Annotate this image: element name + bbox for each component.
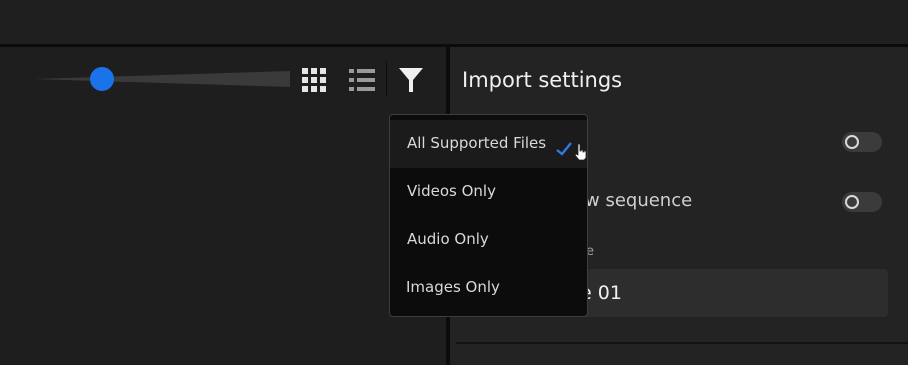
setting-row-1-toggle[interactable]	[842, 132, 882, 152]
top-bar	[0, 0, 908, 44]
toolbar-separator	[386, 62, 387, 96]
checkmark-icon	[556, 142, 572, 156]
toggle-knob	[845, 195, 859, 209]
hand-cursor-icon	[574, 143, 587, 161]
menu-item-label: All Supported Files	[407, 134, 547, 152]
list-icon[interactable]	[348, 67, 376, 93]
new-sequence-toggle[interactable]	[842, 192, 882, 212]
menu-item-label: Videos Only	[407, 182, 496, 200]
import-settings-title: Import settings	[462, 68, 623, 92]
media-browser-panel	[0, 47, 446, 365]
new-sequence-label: w sequence	[585, 190, 693, 211]
filter-icon[interactable]	[398, 66, 424, 94]
filter-dropdown-menu: All Supported Files Videos Only Audio On…	[389, 114, 588, 317]
toggle-knob	[845, 135, 859, 149]
section-divider	[456, 342, 908, 344]
menu-item-audio-only[interactable]: Audio Only	[390, 216, 587, 264]
menu-item-images-only[interactable]: Images Only	[390, 264, 587, 312]
grid-icon[interactable]	[301, 67, 327, 93]
zoom-slider-track[interactable]	[34, 70, 292, 88]
menu-item-label: Audio Only	[407, 230, 489, 248]
menu-item-label: Images Only	[406, 278, 500, 296]
zoom-slider-handle[interactable]	[90, 67, 114, 91]
menu-item-all-supported-files[interactable]: All Supported Files	[390, 120, 587, 168]
menu-item-videos-only[interactable]: Videos Only	[390, 168, 587, 216]
